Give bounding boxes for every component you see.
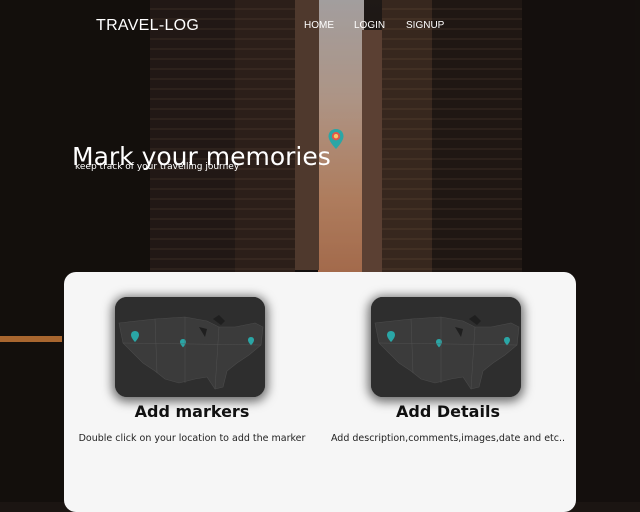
nav-signup-link[interactable]: SIGNUP — [406, 20, 444, 31]
feature-description: Double click on your location to add the… — [78, 433, 306, 444]
nav-login-link[interactable]: LOGIN — [354, 20, 385, 31]
usa-map-thumbnail — [115, 297, 265, 397]
hero-tagline: keep track of your travelling journey — [75, 162, 240, 172]
features-card: Add markers Double click on your locatio… — [64, 272, 576, 512]
feature-title: Add markers — [134, 402, 250, 421]
usa-map-thumbnail — [371, 297, 521, 397]
feature-title: Add Details — [396, 402, 500, 421]
map-graphic — [371, 297, 521, 397]
location-pin-icon — [328, 129, 344, 149]
navbar: TRAVEL-LOG HOME LOGIN SIGNUP — [0, 0, 640, 52]
nav-home-link[interactable]: HOME — [304, 20, 334, 31]
feature-description: Add description,comments,images,date and… — [330, 433, 566, 444]
feature-add-details: Add Details Add description,comments,ima… — [320, 272, 576, 512]
brand-logo[interactable]: TRAVEL-LOG — [96, 17, 199, 35]
feature-add-markers: Add markers Double click on your locatio… — [64, 272, 320, 512]
map-graphic — [115, 297, 265, 397]
